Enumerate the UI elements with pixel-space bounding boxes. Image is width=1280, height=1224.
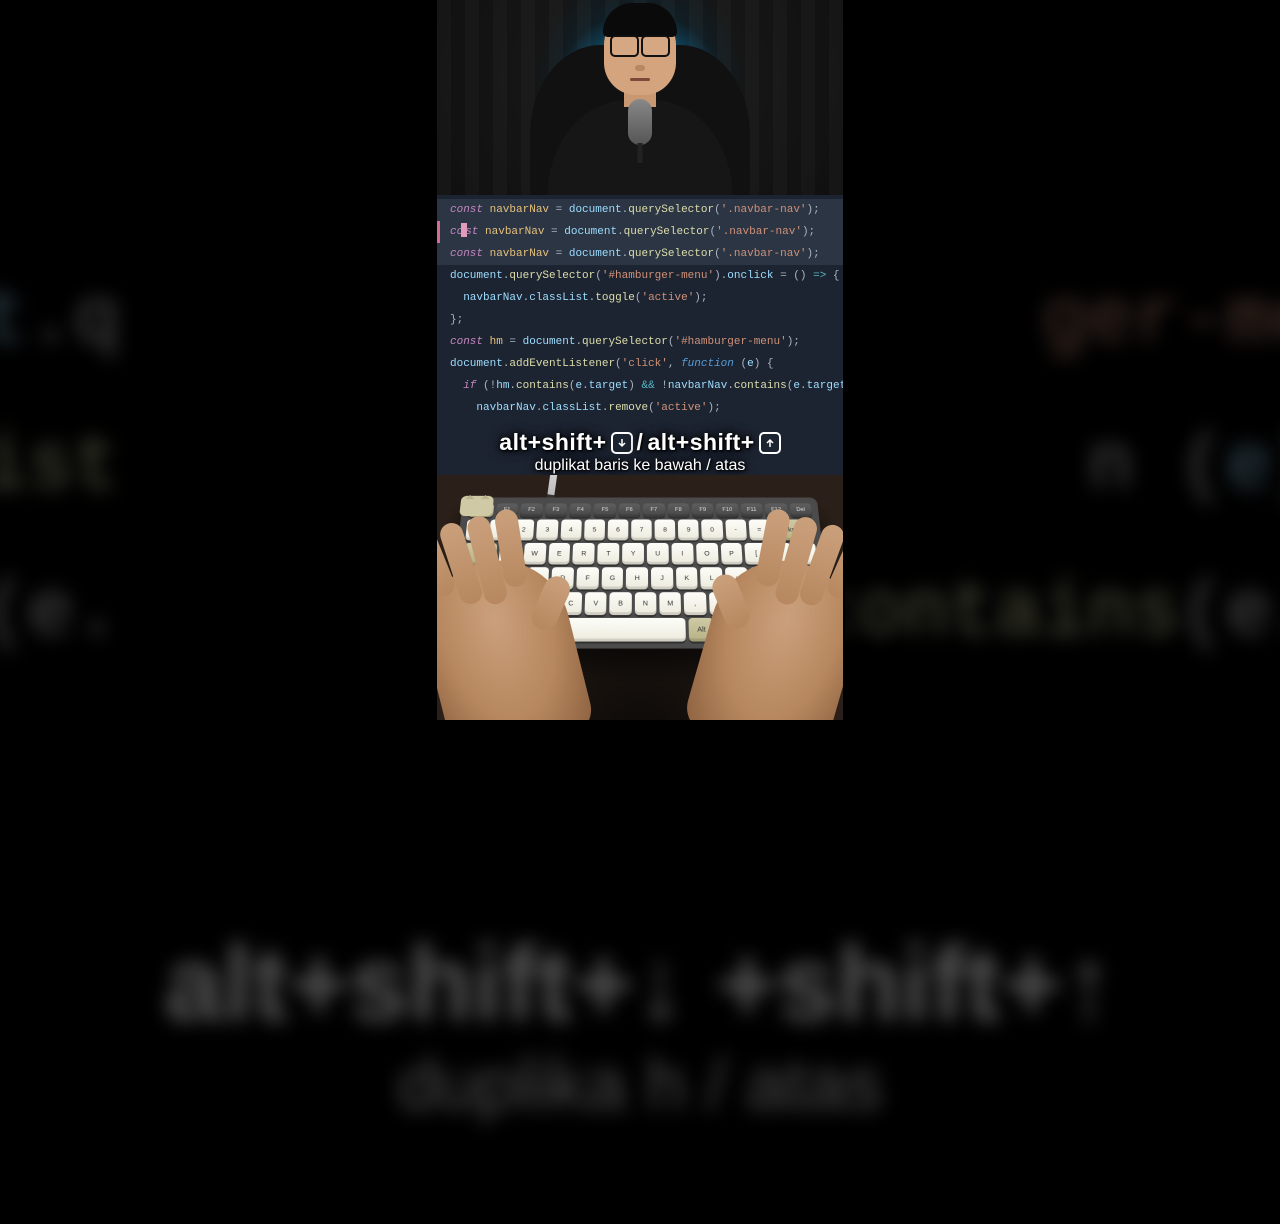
key-v: V xyxy=(584,592,606,615)
cat-keycap-icon xyxy=(459,496,494,516)
code-line[interactable]: const navbarNav = document.querySelector… xyxy=(437,243,843,265)
key-6: 6 xyxy=(607,519,628,540)
key-7: 7 xyxy=(631,519,652,540)
key-f10: F10 xyxy=(716,503,738,517)
key-h: H xyxy=(626,567,648,589)
key-o: O xyxy=(696,543,719,564)
key-3: 3 xyxy=(536,519,558,540)
key-j: J xyxy=(651,567,673,589)
key-b: B xyxy=(609,592,631,615)
code-editor[interactable]: const navbarNav = document.querySelector… xyxy=(437,195,843,475)
code-line[interactable]: const hm = document.querySelector('#hamb… xyxy=(437,331,843,353)
video-panel: const navbarNav = document.querySelector… xyxy=(435,0,845,720)
key-m: M xyxy=(659,592,681,615)
key-f8: F8 xyxy=(667,503,689,517)
code-line[interactable]: document.addEventListener('click', funct… xyxy=(437,353,843,375)
code-line[interactable]: if (!hm.contains(e.target) && !navbarNav… xyxy=(437,375,843,397)
code-line[interactable]: }; xyxy=(437,309,843,331)
key-f2: F2 xyxy=(520,503,543,517)
code-line[interactable]: cost navbarNav = document.querySelector(… xyxy=(437,221,843,243)
key-f: F xyxy=(576,567,599,589)
key-i: I xyxy=(671,543,693,564)
key-n: N xyxy=(634,592,656,615)
key-8: 8 xyxy=(655,519,676,540)
key-e: E xyxy=(548,543,571,564)
code-line[interactable]: navbarNav.classList.remove('active'); xyxy=(437,397,843,419)
key-p: P xyxy=(720,543,743,564)
glasses-icon xyxy=(610,35,670,55)
key-del: Del xyxy=(789,503,812,517)
microphone-icon xyxy=(628,99,652,145)
key-k: K xyxy=(676,567,698,589)
key-u: U xyxy=(647,543,669,564)
key-5: 5 xyxy=(584,519,605,540)
code-line[interactable]: const navbarNav = document.querySelector… xyxy=(437,199,843,221)
key-4: 4 xyxy=(560,519,582,540)
key-0: 0 xyxy=(701,519,723,540)
webcam-feed xyxy=(437,0,843,195)
key-f6: F6 xyxy=(619,503,641,517)
background-caption: alt+shift+↓ +shift+↑ duplika h / atas xyxy=(0,926,1280,1128)
bg-caption-line1: alt+shift+↓ +shift+↑ xyxy=(0,926,1280,1046)
key-,: , xyxy=(684,592,707,615)
key-f9: F9 xyxy=(692,503,714,517)
key-g: G xyxy=(601,567,623,589)
key-f4: F4 xyxy=(569,503,591,517)
bg-caption-line2: duplika h / atas xyxy=(0,1046,1280,1128)
key-f7: F7 xyxy=(643,503,665,517)
key-f3: F3 xyxy=(545,503,567,517)
key-y: Y xyxy=(622,543,644,564)
key--: - xyxy=(725,519,747,540)
key-9: 9 xyxy=(678,519,699,540)
key-f5: F5 xyxy=(594,503,616,517)
key-r: R xyxy=(573,543,595,564)
key-w: W xyxy=(523,543,546,564)
code-line[interactable]: navbarNav.classList.toggle('active'); xyxy=(437,287,843,309)
code-line[interactable]: document.querySelector('#hamburger-menu'… xyxy=(437,265,843,287)
keyboard-cam: EscF1F2F3F4F5F6F7F8F9F10F11F12Del`123456… xyxy=(437,475,843,720)
key-t: T xyxy=(597,543,619,564)
key-f11: F11 xyxy=(741,503,764,517)
